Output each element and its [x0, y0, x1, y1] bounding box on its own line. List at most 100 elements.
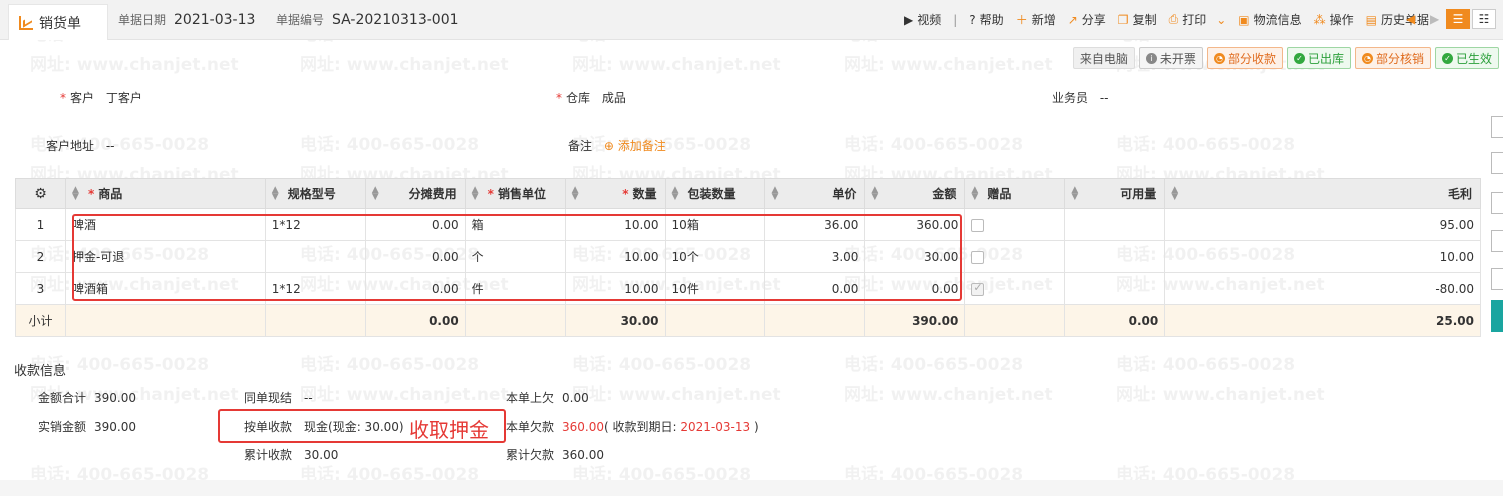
- sort-icon: ▲ ▼: [271, 185, 279, 202]
- history-button[interactable]: ▤ 历史单据: [1366, 11, 1429, 28]
- deposit-annotation: 收取押金: [409, 418, 489, 442]
- watermark-text: 电话: 400-665-0028: [844, 135, 1024, 155]
- cumulative-receipt: 累计收款 30.00: [244, 448, 339, 462]
- row-number: 2: [15, 240, 66, 273]
- video-button[interactable]: ▶ 视频: [904, 11, 941, 28]
- next-arrow-icon[interactable]: ▶: [1430, 12, 1439, 26]
- row-number: 1: [15, 208, 66, 241]
- col-cost[interactable]: ▲ ▼ 分摊费用: [364, 178, 466, 209]
- previous-owed: 本单上欠 0.00: [506, 391, 589, 405]
- logistics-button[interactable]: ▣ 物流信息: [1238, 11, 1301, 28]
- sort-icon: ▲ ▼: [1171, 185, 1179, 202]
- watermark-text: 网址: www.chanjet.net: [572, 385, 781, 405]
- effective-badge: ✓ 已生效: [1434, 47, 1499, 69]
- watermark-text: 电话: 400-665-0028: [1116, 355, 1296, 375]
- side-clock-icon[interactable]: [1491, 268, 1503, 290]
- side-info-icon[interactable]: [1491, 152, 1503, 174]
- customer-value: 丁客户: [105, 91, 142, 105]
- verify-badge: ◔ 部分核销: [1354, 47, 1431, 69]
- side-list-icon[interactable]: [1491, 230, 1503, 252]
- highlight-box-items: [72, 214, 962, 301]
- address-value: --: [105, 139, 115, 153]
- current-owed: 本单欠款 360.00( 收款到期日: 2021-03-13 ): [506, 420, 759, 434]
- col-gift[interactable]: ▲ ▼ 赠品: [964, 178, 1066, 209]
- help-icon: ?: [969, 12, 976, 27]
- gift-checkbox[interactable]: [971, 218, 985, 232]
- note-field: 备注 ⊕ 添加备注: [568, 139, 666, 153]
- doc-date: 单据日期 2021-03-13: [118, 12, 256, 28]
- gift-checkbox[interactable]: [971, 281, 985, 296]
- available-cell: [1064, 208, 1166, 241]
- column-settings[interactable]: ⚙: [15, 178, 66, 209]
- sort-icon: ▲ ▼: [371, 185, 379, 202]
- gift-cell: [964, 208, 1066, 241]
- tab-sales-order[interactable]: 销货单: [8, 4, 108, 40]
- share-icon: ↗: [1067, 12, 1078, 27]
- print-button[interactable]: ⎙ 打印 ⌄: [1169, 11, 1227, 28]
- check-icon: ✓: [1293, 52, 1305, 64]
- share-button[interactable]: ↗ 分享: [1068, 11, 1106, 28]
- total-amount: 金额合计 390.00: [38, 391, 137, 405]
- watermark-text: 网址: www.chanjet.net: [300, 55, 509, 75]
- prev-arrow-icon[interactable]: ◀: [1406, 12, 1415, 26]
- outbound-badge: ✓ 已出库: [1286, 47, 1351, 69]
- col-amount[interactable]: ▲ ▼ 金额: [864, 178, 966, 209]
- add-note-button[interactable]: ⊕ 添加备注: [604, 139, 666, 153]
- truck-icon: ▣: [1238, 12, 1250, 27]
- watermark-text: 电话: 400-665-0028: [300, 355, 480, 375]
- watermark-text: 网址: www.chanjet.net: [572, 55, 781, 75]
- col-profit[interactable]: ▲ ▼ 毛利: [1164, 178, 1481, 209]
- profit-cell: 95.00: [1164, 208, 1481, 241]
- gift-checkbox[interactable]: [971, 250, 985, 264]
- bottom-bar: [0, 480, 1503, 496]
- col-qty[interactable]: ▲ ▼ * 数量: [564, 178, 666, 209]
- col-price[interactable]: ▲ ▼ 单价: [764, 178, 866, 209]
- customer-field[interactable]: * 客户 丁客户: [60, 89, 142, 106]
- sort-icon: ▲ ▼: [71, 185, 79, 202]
- list-view-icon[interactable]: ☰: [1446, 9, 1470, 29]
- watermark-text: 网址: www.chanjet.net: [1116, 385, 1325, 405]
- doc-date-value: 2021-03-13: [174, 12, 256, 28]
- col-pack[interactable]: ▲ ▼ 包装数量: [664, 178, 766, 209]
- watermark-text: 电话: 400-665-0028: [572, 355, 752, 375]
- check-icon: ✓: [1441, 52, 1453, 64]
- partial-icon: ◔: [1213, 52, 1225, 64]
- document-icon: ▤: [1365, 12, 1377, 27]
- operations-button[interactable]: ⁂ 操作: [1314, 11, 1354, 28]
- col-spec[interactable]: ▲ ▼ 规格型号: [264, 178, 366, 209]
- chevron-down-icon[interactable]: ⌄: [1216, 13, 1226, 27]
- partial-icon: ◔: [1361, 52, 1373, 64]
- copy-button[interactable]: ❐ 复制: [1118, 11, 1157, 28]
- subtotal-qty: 30.00: [564, 304, 666, 337]
- row-number: 3: [15, 272, 66, 305]
- invoice-badge: i 未开票: [1138, 47, 1203, 69]
- col-available[interactable]: ▲ ▼ 可用量: [1064, 178, 1166, 209]
- address-field[interactable]: 客户地址 --: [46, 137, 115, 154]
- side-doc-icon[interactable]: [1491, 116, 1503, 138]
- sort-icon: ▲ ▼: [671, 185, 679, 202]
- add-button[interactable]: ＋新增: [1016, 11, 1056, 28]
- side-active-icon[interactable]: [1491, 300, 1503, 332]
- salesman-field[interactable]: 业务员 --: [1052, 89, 1109, 106]
- col-unit[interactable]: ▲ ▼ * 销售单位: [464, 178, 566, 209]
- cumulative-owed: 累计欠款 360.00: [506, 448, 605, 462]
- top-bar: 销货单 单据日期 2021-03-13 单据编号 SA-20210313-001 ▶…: [0, 0, 1503, 40]
- plus-circle-icon: ⊕: [603, 139, 614, 153]
- col-item[interactable]: ▲ ▼ * 商品: [64, 178, 266, 209]
- table-header: ⚙ ▲ ▼ * 商品 ▲ ▼ 规格型号 ▲ ▼ 分摊费用 ▲ ▼ * 销售单位 ▲ ▼ * 数量 ▲ ▼ 包装…: [15, 178, 1481, 209]
- profit-cell: 10.00: [1164, 240, 1481, 273]
- warehouse-field[interactable]: * 仓库 成品: [556, 89, 626, 106]
- watermark-text: 网址: www.chanjet.net: [844, 385, 1053, 405]
- subtotal-profit: 25.00: [1164, 304, 1481, 337]
- plus-icon: ＋: [1015, 13, 1028, 27]
- subtotal-cost: 0.00: [364, 304, 466, 337]
- warehouse-value: 成品: [601, 91, 626, 105]
- grid-icon: ⁂: [1313, 12, 1326, 27]
- subtotal-label: 小计: [15, 304, 66, 337]
- tab-label: 销货单: [39, 15, 81, 32]
- subtotal-row: 小计 0.00 30.00 390.00 0.00 25.00: [15, 304, 1481, 337]
- detail-view-icon[interactable]: ☷: [1472, 9, 1496, 29]
- help-button[interactable]: ? 帮助: [969, 11, 1003, 28]
- side-help-icon[interactable]: [1491, 192, 1503, 214]
- printer-icon: ⎙: [1168, 12, 1179, 26]
